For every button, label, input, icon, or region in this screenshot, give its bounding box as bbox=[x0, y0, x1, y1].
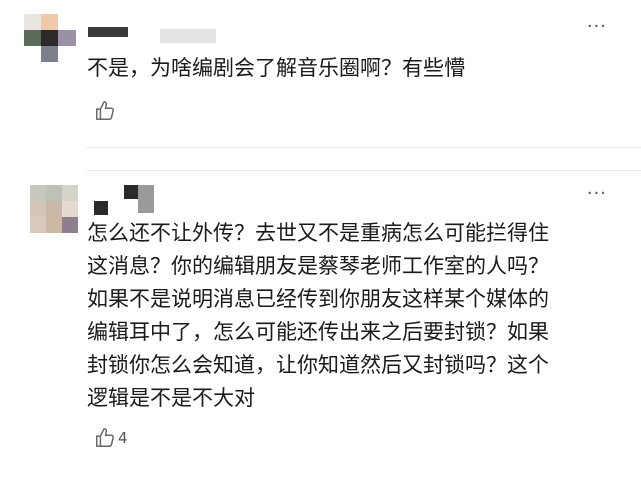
like-button[interactable] bbox=[94, 100, 118, 122]
avatar[interactable] bbox=[24, 14, 76, 62]
thumbs-up-icon bbox=[96, 428, 114, 447]
username-blurred bbox=[88, 27, 128, 37]
like-count: 4 bbox=[118, 429, 128, 447]
username-blurred bbox=[138, 185, 154, 213]
like-button[interactable]: 4 bbox=[94, 427, 128, 449]
more-options-icon[interactable]: ··· bbox=[587, 18, 607, 36]
more-options-icon[interactable]: ··· bbox=[587, 185, 607, 203]
thumbs-up-icon bbox=[96, 101, 114, 120]
avatar[interactable] bbox=[30, 185, 78, 233]
comment-item-1: ··· 不是，为啥编剧会了解音乐圈啊？有些懵 bbox=[0, 0, 641, 150]
username-blurred bbox=[124, 185, 138, 199]
username-blurred bbox=[94, 201, 108, 215]
comment-item-2: ··· 怎么还不让外传？去世又不是重病怎么可能拦得住 这消息？你的编辑朋友是蔡琴… bbox=[0, 171, 641, 484]
section-gap bbox=[0, 148, 641, 170]
username-blurred bbox=[160, 29, 216, 43]
comment-text: 不是，为啥编剧会了解音乐圈啊？有些懵 bbox=[87, 56, 465, 80]
comment-text: 怎么还不让外传？去世又不是重病怎么可能拦得住 这消息？你的编辑朋友是蔡琴老师工作… bbox=[87, 221, 549, 410]
